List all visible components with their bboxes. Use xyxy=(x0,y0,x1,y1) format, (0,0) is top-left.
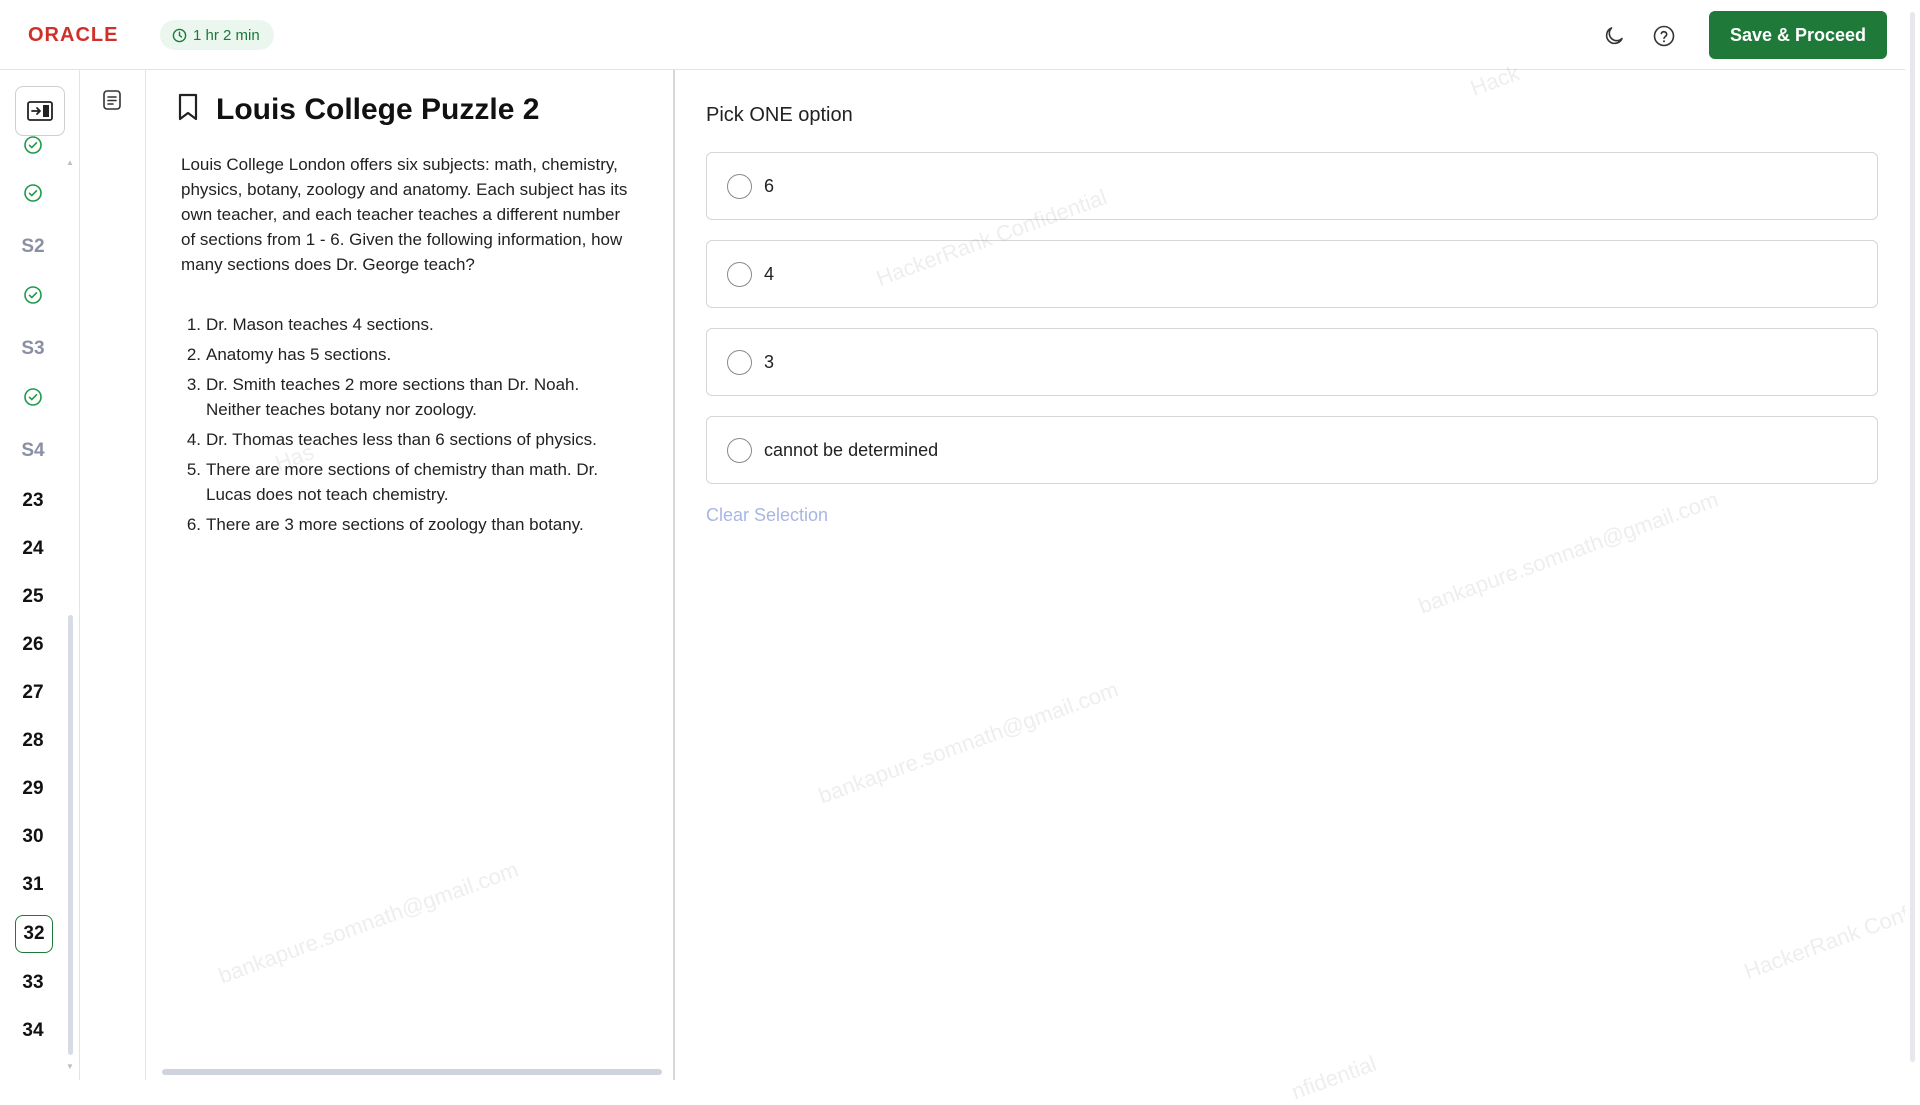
help-button[interactable] xyxy=(1650,22,1678,50)
check-circle-icon xyxy=(24,388,42,406)
clue-item: 4. Dr. Thomas teaches less than 6 section… xyxy=(181,427,636,452)
clue-item: 5. There are more sections of chemistry t… xyxy=(181,457,636,507)
nav-question-24[interactable]: 24 xyxy=(8,531,58,567)
nav-item-completed[interactable] xyxy=(8,379,58,415)
nav-section-s3[interactable]: S3 xyxy=(8,331,58,367)
clue-number: 6. xyxy=(186,515,201,534)
nav-question-30[interactable]: 30 xyxy=(8,819,58,855)
question-panel: Louis College Puzzle 2 Louis College Lon… xyxy=(146,70,675,1080)
clue-number: 3. xyxy=(186,375,201,394)
answer-option[interactable]: cannot be determined xyxy=(706,416,1878,484)
nav-question-27[interactable]: 27 xyxy=(8,675,58,711)
radio-button[interactable] xyxy=(727,349,752,375)
question-title: Louis College Puzzle 2 xyxy=(216,92,540,126)
answer-prompt: Pick ONE option xyxy=(706,104,853,126)
clue-text: Dr. Thomas teaches less than 6 sections … xyxy=(206,430,597,449)
page-scrollbar[interactable] xyxy=(1905,0,1920,1080)
top-header: ORACLE 1 hr 2 min Save & Proceed xyxy=(0,0,1905,70)
nav-item-completed[interactable] xyxy=(8,127,58,163)
question-text: Louis College London offers six subjects… xyxy=(181,155,628,274)
nav-section-s4[interactable]: S4 xyxy=(8,433,58,469)
clue-item: 6. There are 3 more sections of zoology t… xyxy=(181,512,636,537)
bookmark-icon xyxy=(178,93,198,121)
moon-icon xyxy=(1605,27,1623,45)
nav-question-26[interactable]: 26 xyxy=(8,627,58,663)
clock-icon xyxy=(172,28,187,42)
clue-text: Dr. Mason teaches 4 sections. xyxy=(206,315,434,334)
clue-list: 1. Dr. Mason teaches 4 sections. 2. Anatomy… xyxy=(181,312,636,542)
clue-number: 5. xyxy=(186,460,201,479)
check-circle-icon xyxy=(24,136,42,154)
clue-text: There are more sections of chemistry tha… xyxy=(206,460,599,504)
notes-button[interactable] xyxy=(100,88,124,117)
timer-text: 1 hr 2 min xyxy=(193,26,260,44)
nav-question-33[interactable]: 33 xyxy=(8,965,58,1001)
nav-question-34[interactable]: 34 xyxy=(8,1013,58,1049)
option-label: cannot be determined xyxy=(764,439,939,460)
answer-panel: Pick ONE option 6 4 3 cannot be determined … xyxy=(677,70,1905,1080)
dark-mode-toggle[interactable] xyxy=(1600,22,1628,50)
clue-item: 1. Dr. Mason teaches 4 sections. xyxy=(181,312,636,337)
document-icon xyxy=(103,90,121,110)
check-circle-icon xyxy=(24,184,42,202)
clue-number: 1. xyxy=(186,315,201,334)
answer-option[interactable]: 3 xyxy=(706,328,1878,396)
nav-question-29[interactable]: 29 xyxy=(8,771,58,807)
option-label: 6 xyxy=(764,175,775,196)
option-label: 4 xyxy=(764,263,775,284)
nav-question-31[interactable]: 31 xyxy=(8,867,58,903)
horizontal-scrollbar[interactable] xyxy=(162,1069,662,1075)
radio-button[interactable] xyxy=(727,261,752,287)
nav-question-32[interactable]: 32 xyxy=(15,915,53,953)
scroll-down-arrow[interactable]: ▼ xyxy=(66,1062,74,1071)
check-circle-icon xyxy=(24,286,42,304)
nav-question-23[interactable]: 23 xyxy=(8,483,58,519)
answer-option[interactable]: 6 xyxy=(706,152,1878,220)
radio-button[interactable] xyxy=(727,173,752,199)
clue-text: Anatomy has 5 sections. xyxy=(206,345,392,364)
clue-number: 2. xyxy=(186,345,201,364)
rail-scrollbar[interactable] xyxy=(68,615,73,1055)
sidebar-toggle-icon xyxy=(27,101,53,121)
oracle-logo: ORACLE xyxy=(28,24,119,46)
answer-option[interactable]: 4 xyxy=(706,240,1878,308)
question-header: Louis College Puzzle 2 xyxy=(176,92,539,127)
save-and-proceed-button[interactable]: Save & Proceed xyxy=(1709,11,1887,59)
tool-column xyxy=(80,70,146,1080)
clue-text: There are 3 more sections of zoology tha… xyxy=(206,515,584,534)
page-scrollbar-thumb[interactable] xyxy=(1910,12,1915,1062)
option-label: 3 xyxy=(764,351,775,372)
help-icon xyxy=(1653,25,1675,47)
question-nav-rail: S2 S3 S4 23 24 25 26 27 28 29 30 31 32 33 34 ▲ ▼ xyxy=(0,70,80,1080)
clue-item: 2. Anatomy has 5 sections. xyxy=(181,342,636,367)
radio-button[interactable] xyxy=(727,437,752,463)
timer-badge: 1 hr 2 min xyxy=(160,20,274,50)
clue-text: Dr. Smith teaches 2 more sections than D… xyxy=(206,375,580,419)
nav-item-completed[interactable] xyxy=(8,277,58,313)
nav-section-s2[interactable]: S2 xyxy=(8,229,58,265)
clue-item: 3. Dr. Smith teaches 2 more sections than… xyxy=(181,372,636,422)
nav-item-completed[interactable] xyxy=(8,175,58,211)
bookmark-button[interactable] xyxy=(176,92,200,127)
clue-number: 4. xyxy=(186,430,201,449)
scroll-up-arrow[interactable]: ▲ xyxy=(66,158,74,167)
nav-question-25[interactable]: 25 xyxy=(8,579,58,615)
nav-question-28[interactable]: 28 xyxy=(8,723,58,759)
clear-selection-link[interactable]: Clear Selection xyxy=(706,505,828,526)
